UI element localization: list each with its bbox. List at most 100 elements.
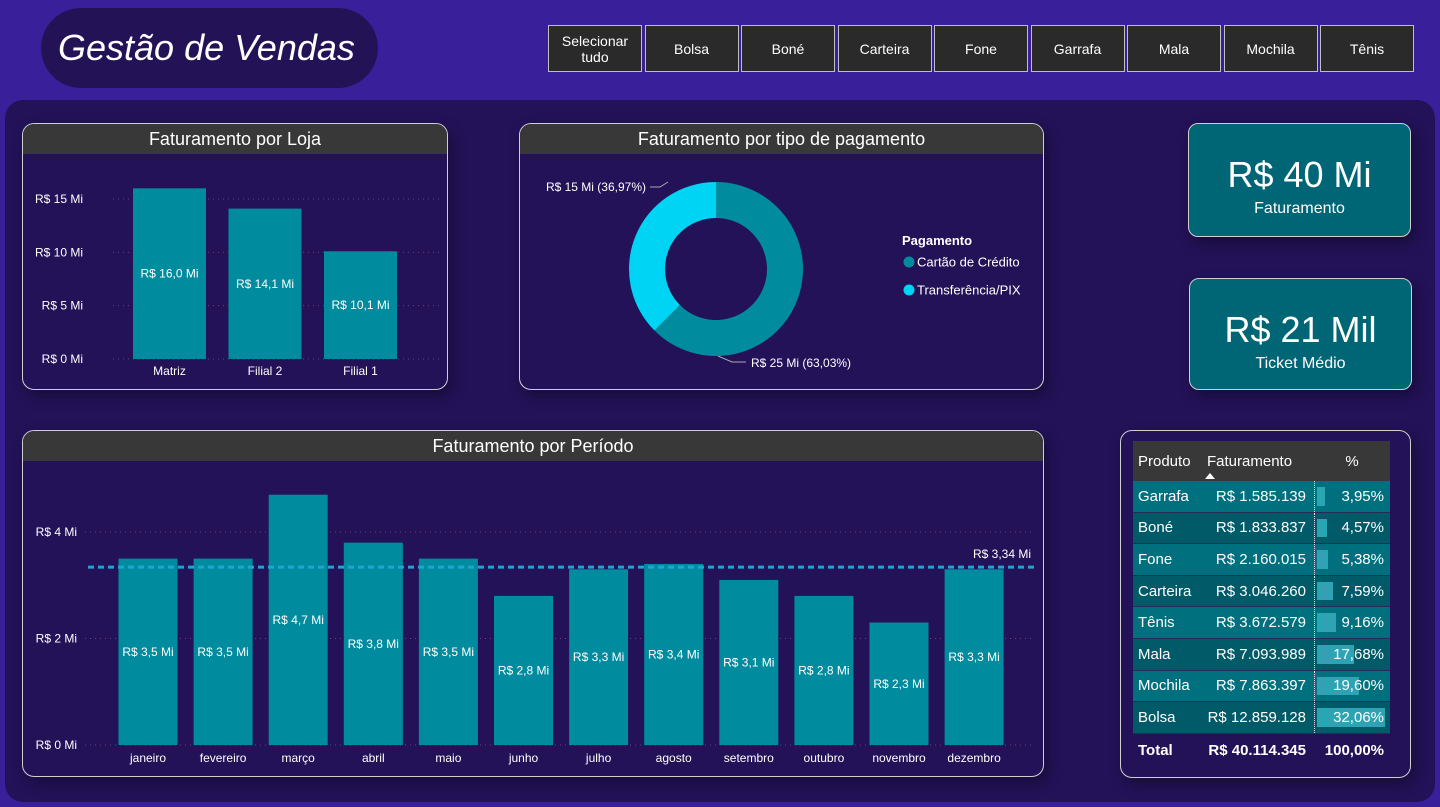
kpi-faturamento-value: R$ 40 Mi [1227,154,1372,195]
table-row[interactable]: Mochila R$ 7.863.397 19,60% [1133,670,1390,703]
table-row[interactable]: Tênis R$ 3.672.579 9,16% [1133,607,1390,639]
kpi-faturamento: R$ 40 Mi Faturamento [1188,123,1411,237]
slicer-button-item[interactable]: Tênis [1320,25,1414,72]
cell-percent-label: 9,16% [1341,614,1384,632]
col-header-percent[interactable]: % [1314,441,1390,481]
kpi-ticket-medio: R$ 21 Mil Ticket Médio [1189,278,1412,390]
total-label: Total [1138,742,1173,760]
data-label: R$ 3,5 Mi [122,645,173,659]
data-label: R$ 3,3 Mi [573,650,624,664]
slicer-button-select-all[interactable]: Selecionar tudo [548,25,642,72]
page-title: Gestão de Vendas [58,27,355,68]
data-label: R$ 10,1 Mi [331,298,389,312]
y-tick-label: R$ 0 Mi [36,738,77,752]
y-tick-label: R$ 4 Mi [36,525,77,539]
cell-percent: 3,95% [1314,481,1390,512]
cell-percent-label: 3,95% [1341,487,1384,505]
total-faturamento: R$ 40.114.345 [1208,742,1306,760]
table-total-row: Total R$ 40.114.345 100,00% [1133,734,1390,768]
cell-percent: 5,38% [1314,544,1390,575]
percent-bar [1317,487,1326,506]
cell-percent: 7,59% [1314,575,1390,607]
cell-percent: 32,06% [1314,702,1390,733]
y-tick-label: R$ 10 Mi [35,245,83,259]
x-tick-label: novembro [872,751,926,765]
cell-percent: 17,68% [1314,638,1390,670]
table-row[interactable]: Fone R$ 2.160.015 5,38% [1133,544,1390,576]
slicer-button-item[interactable]: Fone [934,25,1028,72]
cell-percent-label: 32,06% [1333,708,1384,726]
table-header-row: Produto Faturamento % [1133,441,1390,481]
cell-percent: 19,60% [1314,670,1390,702]
title-banner: Gestão de Vendas [41,8,378,88]
slicer-button-item[interactable]: Garrafa [1030,25,1125,72]
slicer-button-item[interactable]: Mochila [1223,25,1318,72]
chart-loja: R$ 0 Mi R$ 5 Mi R$ 10 Mi R$ 15 Mi R$ 16,0 Mi… [35,188,441,378]
cell-percent: 9,16% [1314,607,1390,638]
cell-faturamento: R$ 3.672.579 [1215,614,1306,632]
chart-pagamento: R$ 25 Mi (63,03%) R$ 15 Mi (36,97%) Pagame… [546,180,1021,370]
data-label: R$ 3,5 Mi [423,645,474,659]
legend-label: Transferência/PIX [917,283,1021,298]
table-row[interactable]: Mala R$ 7.093.989 17,68% [1133,638,1390,671]
data-label: R$ 2,8 Mi [798,663,849,677]
data-label: R$ 4,7 Mi [273,613,324,627]
leader-line [717,355,746,363]
legend-swatch [903,256,915,268]
x-tick-label: abril [362,751,385,765]
cell-percent-label: 4,57% [1341,519,1384,537]
cell-faturamento: R$ 12.859.128 [1207,708,1306,726]
x-tick-label: setembro [724,751,774,765]
y-tick-label: R$ 15 Mi [35,192,83,206]
data-label: R$ 3,3 Mi [948,650,999,664]
data-label: R$ 2,3 Mi [873,677,924,691]
table-row[interactable]: Garrafa R$ 1.585.139 3,95% [1133,481,1390,513]
cell-percent: 4,57% [1314,512,1390,544]
cell-percent-label: 17,68% [1333,645,1384,663]
cell-produto: Fone [1138,550,1173,568]
x-tick-label: junho [508,751,539,765]
percent-bar [1317,550,1329,569]
chart-periodo: R$ 0 Mi R$ 2 Mi R$ 4 Mi R$ 3,5 Mi janeiro R$ … [36,494,1036,765]
legend-title: Pagamento [902,233,972,248]
percent-bar [1317,518,1327,538]
cell-faturamento: R$ 7.863.397 [1215,677,1306,695]
table-row[interactable]: Boné R$ 1.833.837 4,57% [1133,512,1390,545]
x-tick-label: Matriz [153,364,186,378]
data-label: R$ 3,4 Mi [648,647,699,661]
data-label: R$ 16,0 Mi [140,267,198,281]
cell-produto: Tênis [1138,614,1175,632]
cell-produto: Boné [1138,519,1174,537]
table-row[interactable]: Carteira R$ 3.046.260 7,59% [1133,575,1390,608]
data-label: R$ 3,8 Mi [348,637,399,651]
slicer-button-item[interactable]: Mala [1127,25,1221,72]
slicer-button-item[interactable]: Carteira [837,25,932,72]
sort-ascending-icon [1205,473,1215,479]
total-percent: 100,00% [1324,742,1384,760]
data-label: R$ 15 Mi (36,97%) [546,180,646,194]
x-tick-label: julho [585,751,612,765]
cell-faturamento: R$ 3.046.260 [1215,582,1306,600]
table-row[interactable]: Bolsa R$ 12.859.128 32,06% [1133,702,1390,734]
cell-produto: Bolsa [1138,708,1176,726]
donut-slice [629,182,716,331]
slicer-button-item[interactable]: Boné [741,25,835,72]
data-label: R$ 2,8 Mi [498,663,549,677]
x-tick-label: agosto [656,751,692,765]
cell-faturamento: R$ 1.585.139 [1215,487,1306,505]
data-label: R$ 14,1 Mi [236,277,294,291]
cell-faturamento: R$ 1.833.837 [1215,519,1306,537]
product-table: Produto Faturamento % Garrafa R$ 1.585.13… [1133,441,1390,768]
x-tick-label: Filial 1 [343,364,378,378]
x-tick-label: fevereiro [200,751,247,765]
cell-faturamento: R$ 2.160.015 [1215,550,1306,568]
product-table-card: Produto Faturamento % Garrafa R$ 1.585.13… [1120,430,1411,778]
slicer-button-item[interactable]: Bolsa [644,25,739,72]
kpi-ticket-label: Ticket Médio [1255,355,1346,372]
col-header-produto[interactable]: Produto [1133,441,1199,481]
chart-card-pagamento: Faturamento por tipo de pagamento R$ 25 … [519,123,1044,390]
col-header-faturamento[interactable]: Faturamento [1199,441,1314,481]
average-label: R$ 3,34 Mi [973,547,1031,561]
percent-bar [1317,581,1334,601]
chart-card-periodo: Faturamento por Período R$ 0 Mi R$ 2 Mi R$… [22,430,1044,777]
